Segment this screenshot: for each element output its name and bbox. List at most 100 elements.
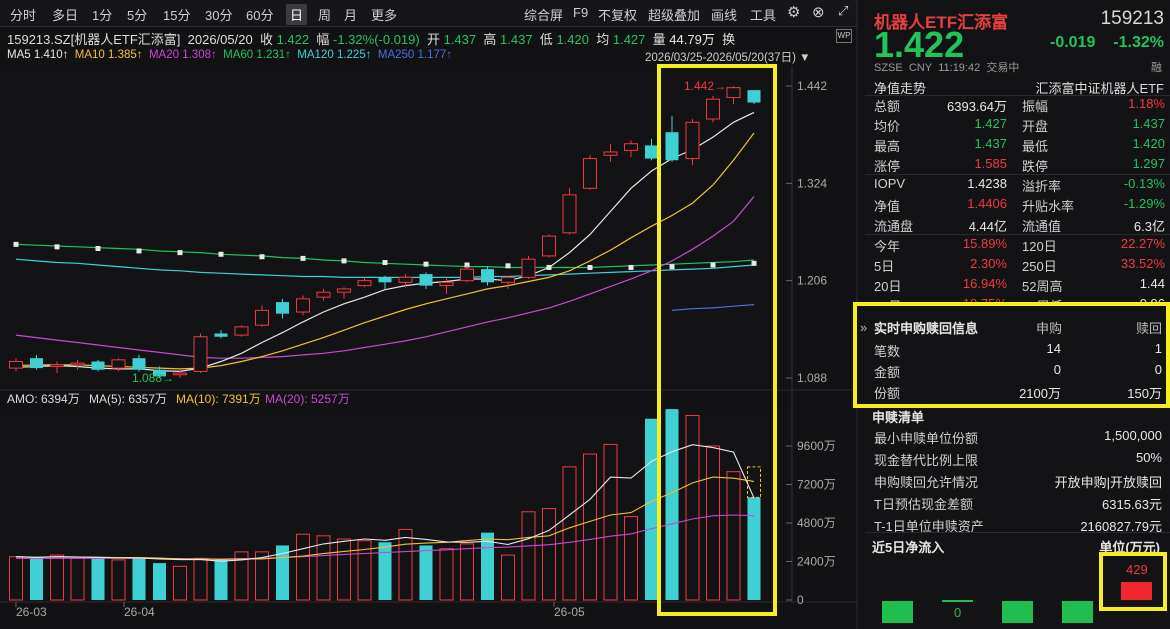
candle-body: [255, 309, 269, 326]
amo-label: AMO: 6394万: [7, 392, 80, 406]
perf-stat-value: 15.89%: [962, 236, 1007, 251]
stat-label: 均价: [874, 119, 901, 134]
candle-body: [583, 158, 597, 189]
perf-stat-value: 16.94%: [962, 276, 1007, 291]
perf-stat-label: 今年: [874, 239, 901, 254]
ma60-mark: [218, 251, 224, 257]
ma60-mark: [341, 258, 347, 264]
nav-stat-label: 净值: [874, 199, 901, 214]
list-value: 6315.63元: [1102, 497, 1162, 512]
highlight-box-inflow: [1099, 552, 1167, 611]
candle-body: [276, 302, 289, 314]
candle-body: [9, 361, 23, 369]
change-amount: -0.019: [1050, 34, 1096, 51]
ma60-mark: [259, 254, 265, 260]
perf-stat-value: 2.30%: [970, 256, 1007, 271]
volume-bar: [296, 533, 310, 601]
ma60-mark: [95, 245, 101, 251]
divider: [865, 532, 1170, 533]
flow-title: 近5日净流入: [872, 540, 945, 555]
volume-bar: [193, 557, 208, 601]
nav-stat-value: 1.4238: [967, 176, 1007, 191]
stat-row: 总额 6393.64万 振幅 1.18%: [874, 96, 1165, 116]
stat-value: 1.420: [1132, 136, 1165, 151]
market-line: SZSE CNY 11:19:42 交易中: [874, 59, 1019, 75]
change-percent: -1.32%: [1113, 34, 1164, 51]
volume-bar: [111, 559, 126, 601]
trade-status: 交易中: [986, 62, 1020, 74]
list-value: 开放申购|开放赎回: [1054, 475, 1162, 490]
market: SZSE: [874, 62, 903, 74]
vol-ma10-label: MA(10): 7391万: [176, 392, 261, 406]
volume-bar: [398, 528, 413, 601]
ma60-mark: [13, 241, 19, 247]
price-tick-label: 1.324: [797, 176, 827, 190]
perf-stat-row: 20日 16.94% 52周高 1.44: [874, 276, 1165, 296]
candle-body: [521, 258, 536, 278]
stat-value: 1.297: [1132, 156, 1165, 171]
perf-stat-label: 52周高: [1022, 279, 1063, 294]
stat-value: 1.585: [974, 156, 1007, 171]
list-label: 现金替代比例上限: [874, 453, 979, 468]
nav-stat-value: 4.44亿: [968, 219, 1007, 234]
nav-stat-row: 流通盘 4.44亿 流通值 6.3亿: [874, 216, 1165, 236]
volume-bar: [337, 538, 351, 601]
low-annotation: 1.088→: [132, 371, 174, 385]
candle-body: [193, 336, 208, 372]
volume-bar: [481, 532, 494, 600]
stat-row: 最高 1.437 最低 1.420: [874, 136, 1165, 156]
stat-row: 均价 1.427 开盘 1.437: [874, 116, 1165, 136]
volume-bar: [501, 554, 515, 601]
candle-body: [50, 364, 64, 367]
nav-stat-label: 流通值: [1022, 219, 1062, 234]
volume-bar: [50, 554, 64, 601]
candle-body: [337, 288, 351, 293]
nav-stat-label: 溢折率: [1022, 179, 1062, 194]
candle-body: [603, 151, 618, 156]
vol-tick-label: 7200万: [797, 478, 836, 492]
nav-stat-label: IOPV: [874, 176, 906, 191]
volume-bar: [30, 558, 43, 600]
vol-tick-label: 4800万: [797, 516, 836, 530]
highlight-box-subscription: [853, 302, 1170, 408]
stat-row: 涨停 1.585 跌停 1.297: [874, 156, 1165, 176]
perf-stat-label: 5日: [874, 259, 895, 274]
candle-body: [481, 269, 494, 283]
stat-value: 1.427: [974, 116, 1007, 131]
price-tick-label: 1.088: [797, 371, 827, 385]
stat-value: 1.437: [974, 136, 1007, 151]
vol-tick-label: 9600万: [797, 439, 836, 453]
nav-stat-value: 6.3亿: [1133, 219, 1165, 234]
list-label: T日预估现金差额: [874, 497, 973, 512]
ma60-mark: [54, 244, 60, 250]
vol-tick-label: 2400万: [797, 555, 836, 569]
currency: CNY: [908, 62, 933, 74]
fund-code: 159213: [1100, 8, 1164, 29]
stat-label: 开盘: [1022, 119, 1049, 134]
ma60-mark: [587, 264, 593, 270]
ma60-mark: [546, 264, 552, 270]
nav-stat-label: 升贴水率: [1022, 199, 1075, 214]
candle-body: [70, 362, 85, 366]
stat-label: 振幅: [1022, 99, 1049, 114]
date-tick-label: 26-04: [124, 605, 155, 619]
perf-stat-label: 120日: [1022, 239, 1057, 254]
inflow-bar: [1002, 601, 1033, 623]
nav-stat-value: 1.4406: [967, 196, 1007, 211]
volume-bar: [542, 508, 556, 601]
volume-bar: [521, 511, 536, 601]
candle-body: [562, 194, 577, 234]
stat-label: 最高: [874, 139, 901, 154]
volume-bar: [132, 558, 146, 600]
price-tick-label: 1.442: [797, 79, 827, 93]
volume-bar: [91, 558, 105, 600]
volume-bar: [439, 548, 454, 601]
highlight-box-recent-candles: [657, 64, 777, 616]
stat-label: 涨停: [874, 159, 901, 174]
volume-bar: [173, 565, 187, 601]
ma60-mark: [300, 255, 306, 261]
stat-value: 6393.64万: [947, 99, 1007, 114]
candle-body: [316, 291, 331, 298]
perf-stat-value: 1.44: [1139, 276, 1165, 291]
candle-body: [460, 268, 474, 282]
